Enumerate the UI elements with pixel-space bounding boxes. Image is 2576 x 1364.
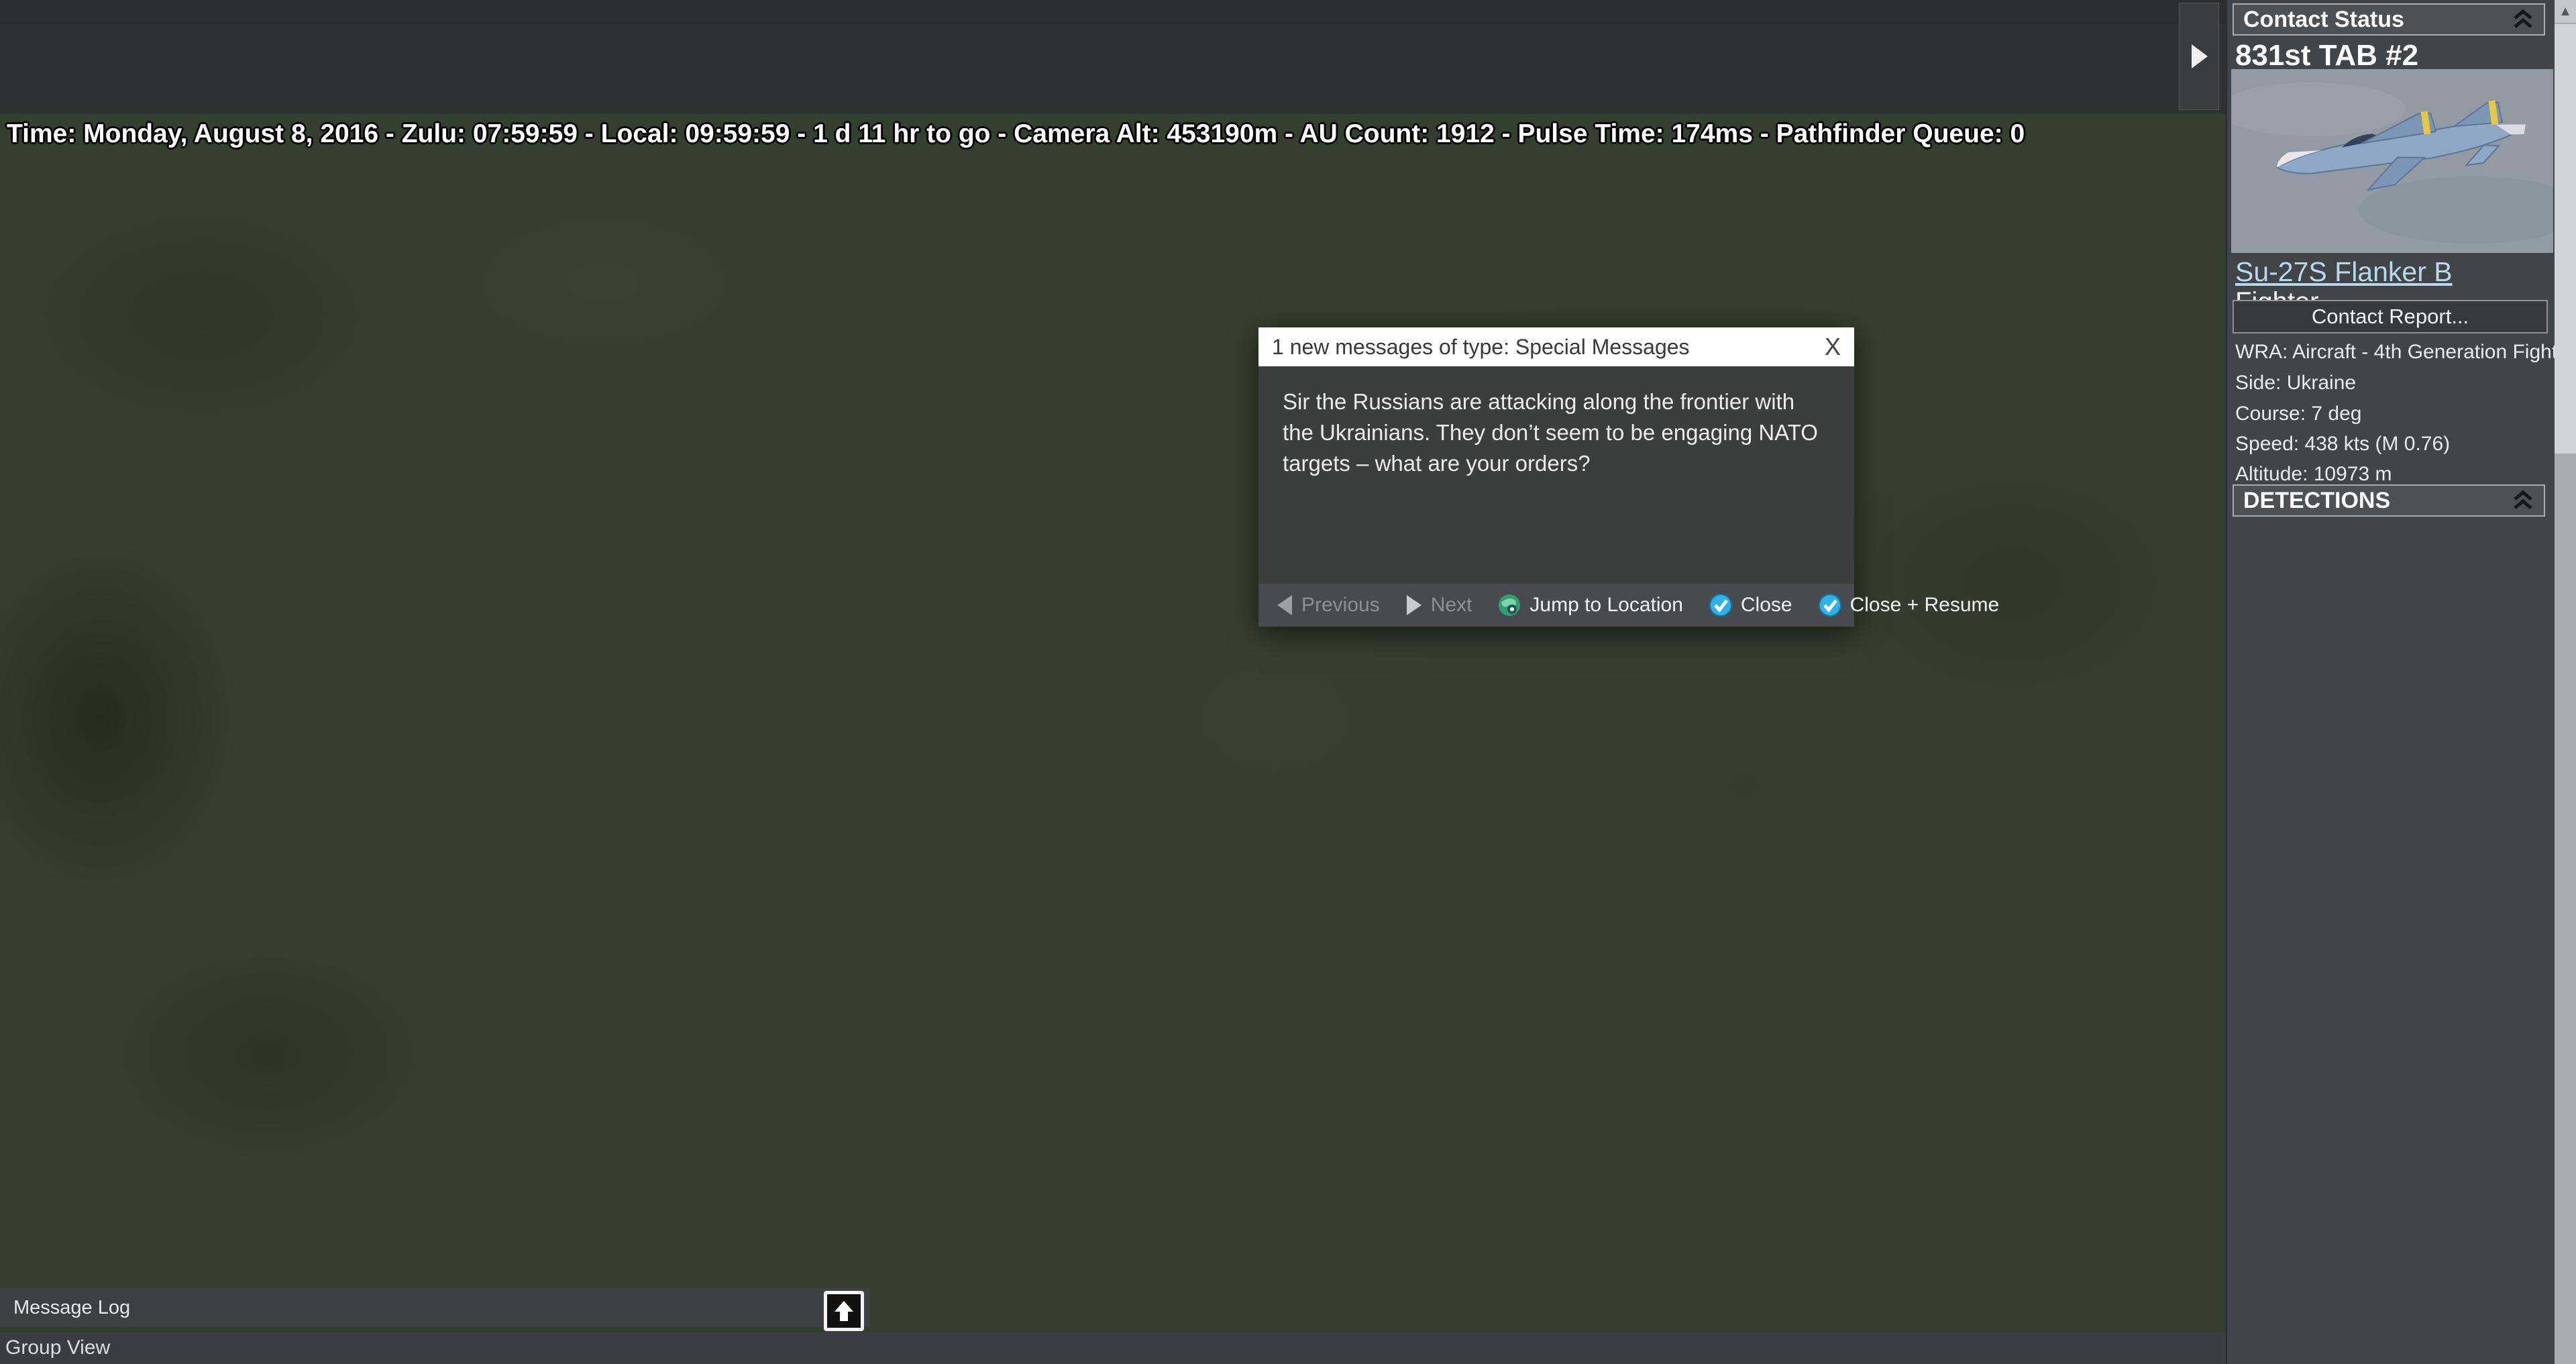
chevron-right-icon (2189, 43, 2209, 70)
check-circle-icon (1818, 593, 1842, 617)
triangle-right-icon (1405, 594, 1423, 617)
collapse-chevrons-icon (2512, 489, 2534, 512)
contact-status-panel: Contact Status 831st TAB #2 Su-27S Flank… (2226, 0, 2576, 1364)
close-icon[interactable]: X (1825, 333, 1841, 361)
detections-header[interactable]: DETECTIONS (2233, 484, 2545, 517)
expand-message-log-button[interactable] (824, 1291, 864, 1331)
dialog-footer: Previous Next Jump to Location Close Clo… (1258, 584, 1854, 627)
wra-line: WRA: Aircraft - 4th Generation Fighter/A… (2235, 341, 2576, 364)
map-view[interactable]: Time: Monday, August 8, 2016 - Zulu: 07:… (0, 114, 2226, 1364)
contact-photo (2231, 69, 2553, 253)
unit-type-link[interactable]: Su-27S Flanker B (2235, 256, 2453, 288)
time-compression-bar: Group View (0, 1332, 2226, 1364)
check-circle-icon (1709, 593, 1733, 617)
map-overlay (0, 114, 2226, 1364)
course-line: Course: 7 deg (2235, 403, 2361, 425)
message-log-bar[interactable]: Message Log (0, 1288, 869, 1327)
contact-status-header[interactable]: Contact Status (2233, 3, 2545, 36)
previous-button[interactable]: Previous (1276, 594, 1380, 617)
altitude-line: Altitude: 10973 m (2235, 463, 2392, 486)
next-button[interactable]: Next (1405, 594, 1472, 617)
sidebar-collapse-button[interactable] (2179, 3, 2219, 110)
sidebar-scrollbar[interactable]: ▲ (2555, 0, 2576, 1364)
triangle-left-icon (1276, 594, 1293, 617)
dialog-title-bar: 1 new messages of type: Special Messages… (1258, 327, 1854, 366)
contact-name: 831st TAB #2 (2235, 39, 2418, 72)
scrollbar-thumb[interactable] (2555, 24, 2576, 454)
jump-to-location-button[interactable]: Jump to Location (1497, 593, 1682, 617)
dialog-message: Sir the Russians are attacking along the… (1258, 366, 1854, 584)
group-view-label[interactable]: Group View (5, 1336, 110, 1359)
simulation-time-bar: Time: Monday, August 8, 2016 - Zulu: 07:… (7, 119, 2025, 149)
side-line: Side: Ukraine (2235, 372, 2356, 395)
special-message-dialog: 1 new messages of type: Special Messages… (1258, 327, 1854, 627)
scrollbar-up-arrow[interactable]: ▲ (2555, 0, 2576, 23)
menu-bar (0, 0, 2226, 24)
su27-photo-illustration (2231, 69, 2553, 253)
globe-icon (1497, 593, 1521, 617)
contact-report-button[interactable]: Contact Report... (2233, 300, 2548, 333)
close-resume-button[interactable]: Close + Resume (1818, 593, 2000, 617)
dialog-title: 1 new messages of type: Special Messages (1272, 335, 1690, 360)
close-button[interactable]: Close (1709, 593, 1792, 617)
collapse-chevrons-icon (2512, 8, 2534, 31)
speed-line: Speed: 438 kts (M 0.76) (2235, 433, 2450, 456)
message-log-label: Message Log (13, 1297, 130, 1319)
main-toolbar (0, 67, 2226, 114)
arrow-up-icon (833, 1300, 855, 1322)
